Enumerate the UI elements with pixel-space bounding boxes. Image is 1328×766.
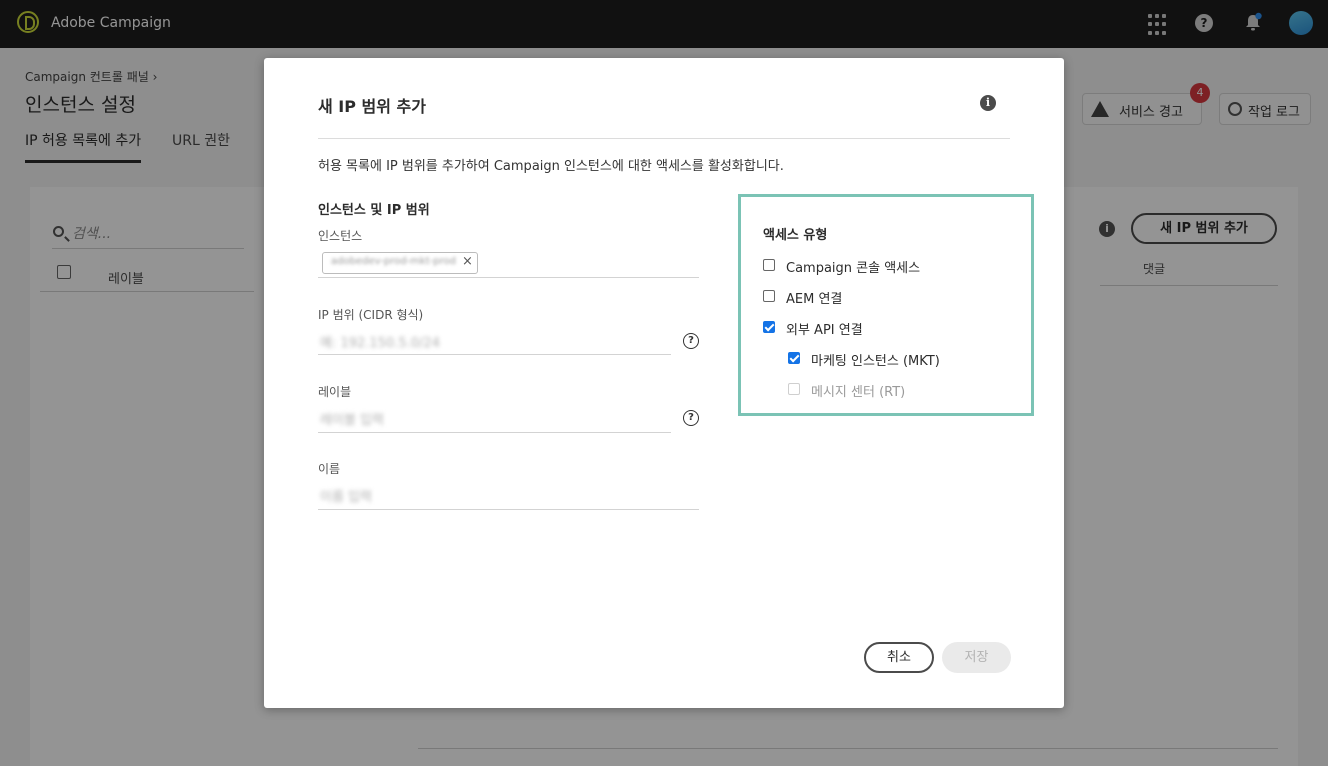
instance-tag[interactable]: adobedev-prod-mkt-prod × <box>322 252 478 274</box>
name-underline <box>318 509 699 510</box>
name-input[interactable]: 이름 입력 <box>320 486 372 505</box>
access-type-title: 액세스 유형 <box>763 228 828 243</box>
ip-range-underline <box>318 354 671 355</box>
label-underline <box>318 432 671 433</box>
info-icon[interactable]: i <box>980 95 996 111</box>
add-ip-range-dialog: 새 IP 범위 추가 i 허용 목록에 IP 범위를 추가하여 Campaign… <box>264 58 1064 708</box>
save-button[interactable]: 저장 <box>942 642 1011 673</box>
ip-range-label: IP 범위 (CIDR 형식) <box>318 308 424 322</box>
instance-field[interactable] <box>318 277 699 278</box>
cancel-button[interactable]: 취소 <box>864 642 934 673</box>
section-title: 인스턴스 및 IP 범위 <box>318 203 430 218</box>
label-input[interactable]: 레이블 입력 <box>320 409 384 428</box>
help-circle-icon[interactable]: ? <box>683 333 699 349</box>
dialog-title: 새 IP 범위 추가 <box>318 97 426 116</box>
ip-range-input[interactable]: 예: 192.150.5.0/24 <box>320 332 440 351</box>
instance-label: 인스턴스 <box>318 229 363 243</box>
checkbox-icon[interactable] <box>763 259 775 271</box>
name-field-label: 이름 <box>318 462 341 476</box>
divider <box>318 138 1010 139</box>
access-type-panel: 액세스 유형 Campaign 콘솔 액세스 AEM 연결 외부 API 연결 … <box>738 194 1034 416</box>
checkbox-icon[interactable] <box>763 290 775 302</box>
close-icon[interactable]: × <box>462 254 473 269</box>
help-circle-icon[interactable]: ? <box>683 410 699 426</box>
label-field-label: 레이블 <box>318 385 352 399</box>
dialog-description: 허용 목록에 IP 범위를 추가하여 Campaign 인스턴스에 대한 액세스… <box>318 159 784 174</box>
checkbox-disabled-icon <box>788 383 800 395</box>
checkbox-checked-icon[interactable] <box>763 321 775 333</box>
checkbox-checked-icon[interactable] <box>788 352 800 364</box>
